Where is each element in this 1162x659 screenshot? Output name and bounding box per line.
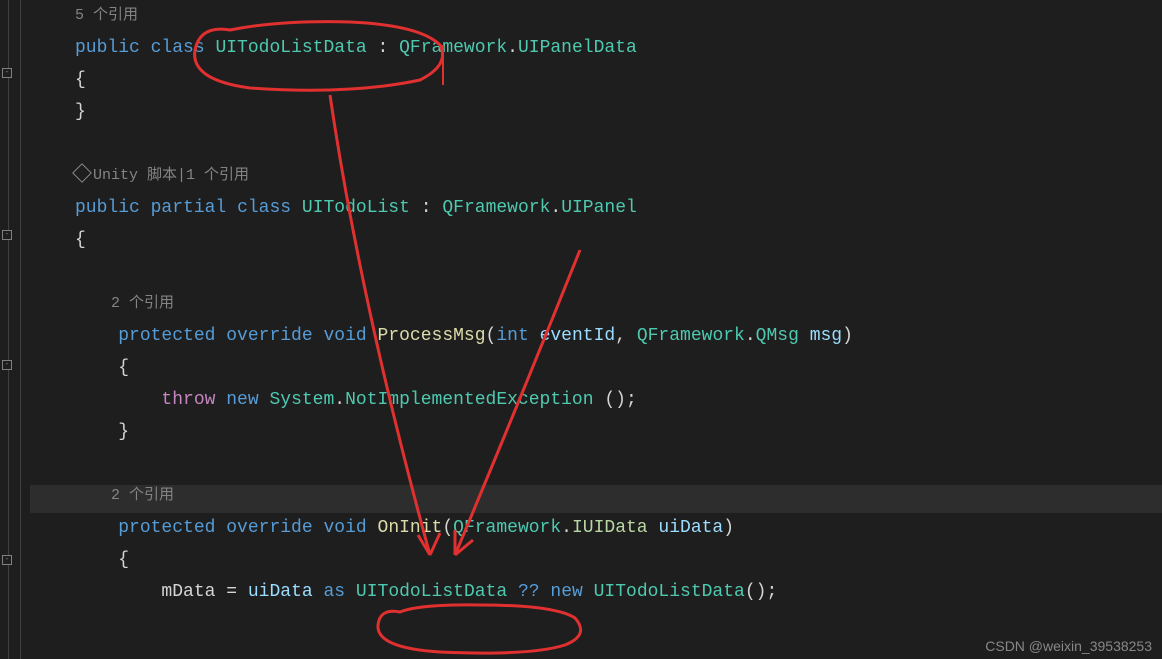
- code-line[interactable]: {: [75, 64, 1162, 96]
- code-line[interactable]: [75, 128, 1162, 160]
- code-line[interactable]: [75, 256, 1162, 288]
- code-line[interactable]: public partial class UITodoList : QFrame…: [75, 192, 1162, 224]
- code-line[interactable]: {: [75, 224, 1162, 256]
- code-line[interactable]: public class UITodoListData : QFramework…: [75, 32, 1162, 64]
- code-line[interactable]: }: [75, 96, 1162, 128]
- code-line[interactable]: protected override void ProcessMsg(int e…: [75, 320, 1162, 352]
- gutter: - - - -: [0, 0, 30, 659]
- code-line[interactable]: throw new System.NotImplementedException…: [75, 384, 1162, 416]
- codelens-unity[interactable]: Unity 脚本|1 个引用: [75, 160, 1162, 192]
- code-line[interactable]: [75, 448, 1162, 480]
- code-line[interactable]: mData = uiData as UITodoListData ?? new …: [75, 576, 1162, 608]
- watermark: CSDN @weixin_39538253: [985, 638, 1152, 654]
- codelens-refs[interactable]: 5 个引用: [75, 0, 1162, 32]
- unity-icon: [72, 163, 92, 183]
- codelens-refs[interactable]: 2 个引用: [75, 480, 1162, 512]
- fold-marker-icon[interactable]: -: [2, 360, 12, 370]
- code-line[interactable]: {: [75, 544, 1162, 576]
- codelens-refs[interactable]: 2 个引用: [75, 288, 1162, 320]
- code-line[interactable]: {: [75, 352, 1162, 384]
- code-editor[interactable]: 5 个引用 public class UITodoListData : QFra…: [35, 0, 1162, 608]
- fold-marker-icon[interactable]: -: [2, 230, 12, 240]
- code-line[interactable]: protected override void OnInit(QFramewor…: [75, 512, 1162, 544]
- fold-marker-icon[interactable]: -: [2, 555, 12, 565]
- fold-marker-icon[interactable]: -: [2, 68, 12, 78]
- code-line[interactable]: }: [75, 416, 1162, 448]
